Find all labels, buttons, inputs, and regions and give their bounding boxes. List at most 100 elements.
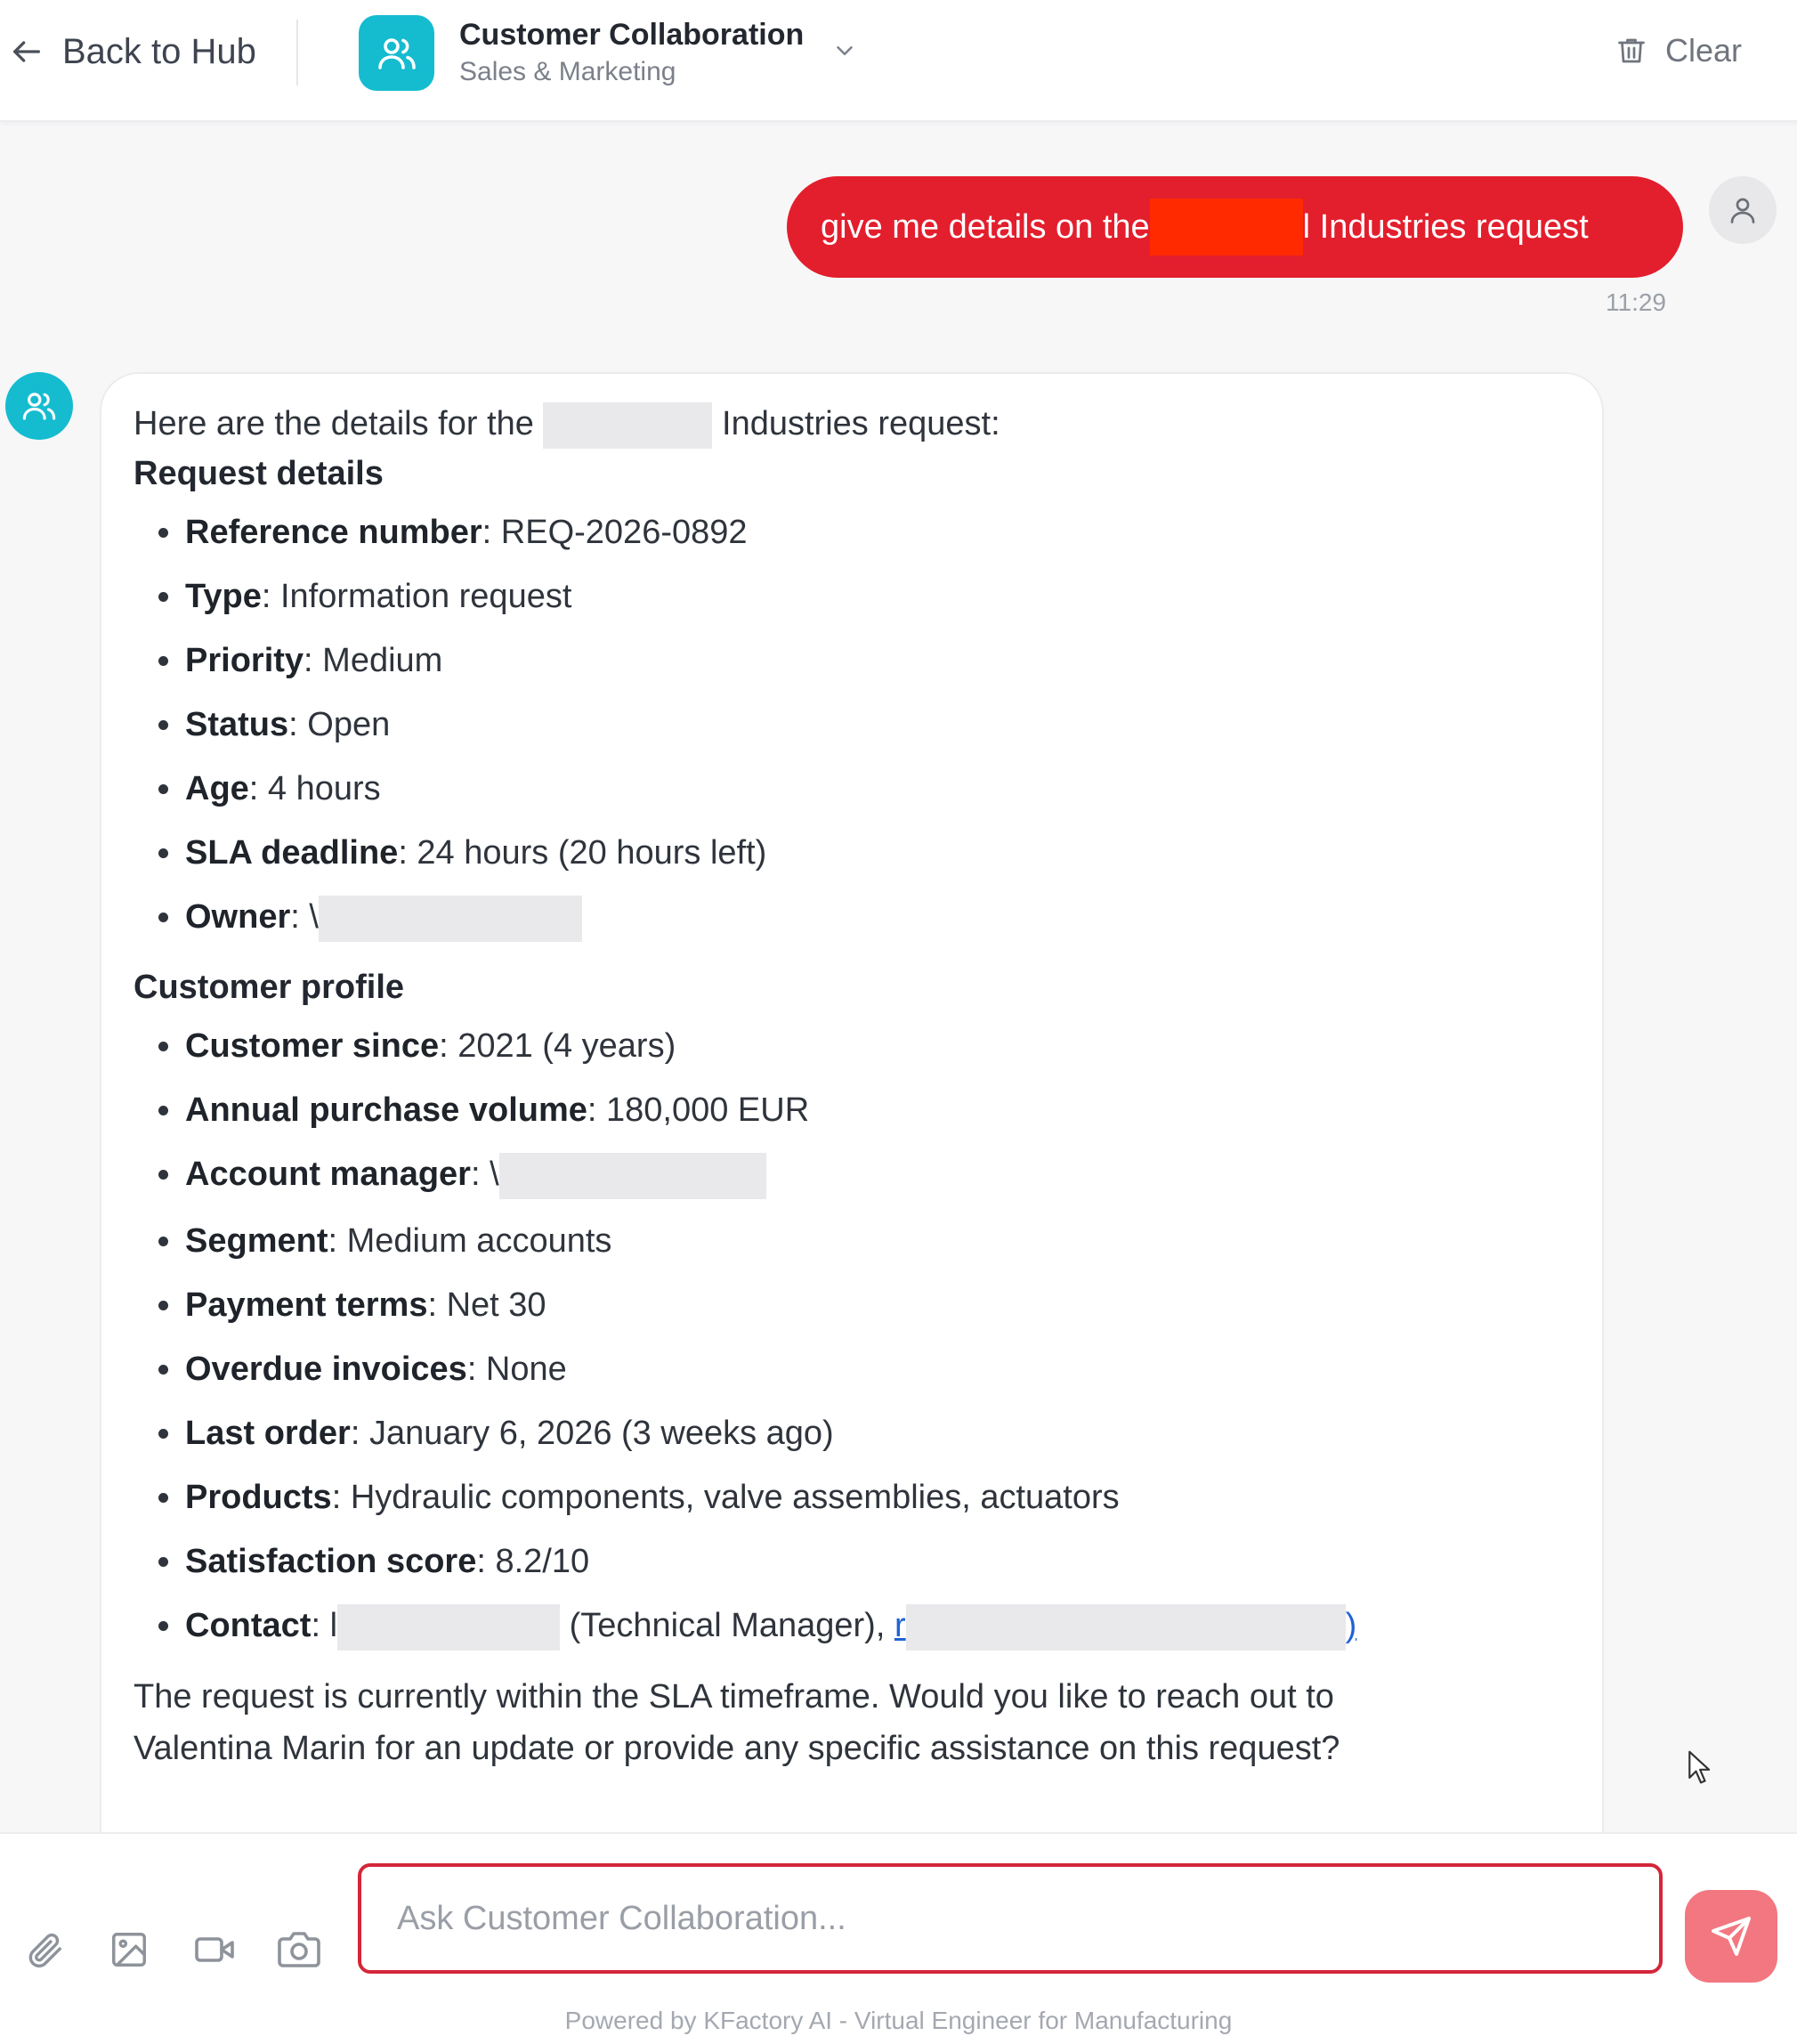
list-item: Owner: \ — [184, 896, 1558, 942]
item-value: : REQ-2026-0892 — [482, 514, 748, 551]
item-value: : 4 hours — [248, 770, 381, 807]
mouse-cursor-icon — [1688, 1750, 1714, 1786]
item-label: Last order — [185, 1415, 351, 1452]
item-label: Segment — [185, 1222, 328, 1260]
item-label: Type — [185, 578, 262, 615]
trash-icon — [1615, 35, 1647, 67]
redaction-box — [543, 402, 713, 449]
agent-avatar — [359, 15, 434, 91]
item-label: Priority — [185, 642, 304, 679]
item-value: : Hydraulic components, valve assemblies… — [331, 1479, 1120, 1516]
redaction-box — [337, 1604, 561, 1651]
list-item: Payment terms: Net 30 — [184, 1284, 1558, 1327]
section-title-customer-profile: Customer profile — [134, 969, 405, 1006]
message-timestamp: 11:29 — [1606, 288, 1666, 316]
list-item: Annual purchase volume: 180,000 EUR — [184, 1089, 1558, 1132]
attach-file-button[interactable] — [20, 1925, 69, 1975]
send-button[interactable] — [1685, 1890, 1777, 1983]
paperclip-icon — [24, 1929, 65, 1970]
item-value: : Medium accounts — [328, 1222, 612, 1260]
assistant-closing-line-2: Valentina Marin for an update or provide… — [134, 1730, 1340, 1767]
item-label: Reference number — [185, 514, 482, 551]
item-value: : \ — [470, 1156, 499, 1194]
request-details-list: Reference number: REQ-2026-0892 Type: In… — [134, 511, 1558, 942]
item-label: Contact — [185, 1607, 312, 1645]
assistant-intro: Here are the details for the Industries … — [134, 399, 1558, 449]
list-item: Last order: January 6, 2026 (3 weeks ago… — [184, 1412, 1558, 1456]
item-value: : 2021 (4 years) — [439, 1027, 676, 1065]
back-to-hub-label: Back to Hub — [62, 31, 256, 71]
users-icon — [20, 387, 58, 425]
assistant-avatar — [5, 372, 73, 440]
item-value: : None — [466, 1350, 567, 1388]
item-value: : 24 hours (20 hours left) — [398, 834, 767, 872]
link-text-end: ) — [1345, 1607, 1357, 1645]
customer-profile-list: Customer since: 2021 (4 years) Annual pu… — [134, 1025, 1558, 1651]
contact-role: (Technical Manager), — [560, 1607, 894, 1645]
list-item: Reference number: REQ-2026-0892 — [184, 511, 1558, 555]
user-message-bubble: give me details on the l Industries requ… — [787, 176, 1683, 278]
powered-by-footer: Powered by KFactory AI - Virtual Enginee… — [564, 2007, 1233, 2034]
list-item-contact: Contact: l (Technical Manager), r) — [184, 1604, 1558, 1651]
video-icon — [193, 1928, 236, 1971]
list-item: Satisfaction score: 8.2/10 — [184, 1540, 1558, 1584]
list-item: Age: 4 hours — [184, 767, 1558, 811]
item-value: : 180,000 EUR — [587, 1091, 810, 1129]
list-item: Type: Information request — [184, 575, 1558, 619]
link-text-start: r — [894, 1607, 906, 1645]
item-label: Products — [185, 1479, 332, 1516]
item-label: Overdue invoices — [185, 1350, 467, 1388]
user-icon — [1727, 194, 1759, 226]
item-label: SLA deadline — [185, 834, 399, 872]
item-value: : Medium — [304, 642, 443, 679]
list-item: Products: Hydraulic components, valve as… — [184, 1476, 1558, 1520]
user-avatar — [1709, 176, 1777, 244]
intro-text-start: Here are the details for the — [134, 405, 544, 442]
item-value: : Open — [288, 706, 391, 743]
item-label: Age — [185, 770, 249, 807]
item-value: : \ — [290, 898, 319, 937]
list-item: Account manager: \ — [184, 1153, 1558, 1199]
assistant-message-content: Here are the details for the Industries … — [134, 399, 1558, 1774]
assistant-closing-line-1: The request is currently within the SLA … — [134, 1678, 1334, 1716]
clear-label: Clear — [1665, 32, 1743, 69]
list-item: Customer since: 2021 (4 years) — [184, 1025, 1558, 1068]
redaction-box — [498, 1153, 766, 1199]
user-message-text-end: l Industries request — [1302, 207, 1589, 246]
item-value: : l — [311, 1607, 338, 1645]
arrow-left-icon — [9, 34, 45, 69]
image-icon — [109, 1929, 150, 1970]
item-value: : Net 30 — [427, 1286, 546, 1324]
list-item: Overdue invoices: None — [184, 1348, 1558, 1391]
camera-icon — [278, 1928, 320, 1971]
list-item: Segment: Medium accounts — [184, 1220, 1558, 1263]
contact-email-link[interactable]: r) — [894, 1604, 1357, 1651]
list-item: SLA deadline: 24 hours (20 hours left) — [184, 831, 1558, 875]
header-divider — [296, 20, 298, 85]
camera-button[interactable] — [274, 1925, 324, 1975]
clear-chat-button[interactable]: Clear — [1615, 32, 1742, 69]
item-value: : 8.2/10 — [476, 1543, 590, 1580]
item-label: Annual purchase volume — [185, 1091, 587, 1129]
agent-subtitle: Sales & Marketing — [459, 57, 676, 86]
attach-image-button[interactable] — [104, 1925, 154, 1975]
agent-switcher-chevron-down-icon[interactable] — [831, 37, 858, 64]
list-item: Status: Open — [184, 703, 1558, 747]
redaction-box — [1149, 199, 1303, 256]
attach-video-button[interactable] — [190, 1925, 239, 1975]
item-label: Payment terms — [185, 1286, 428, 1324]
chat-header: Back to Hub Customer Collaboration Sales… — [0, 0, 1797, 122]
item-label: Account manager — [185, 1156, 471, 1194]
back-to-hub-button[interactable]: Back to Hub — [9, 27, 256, 77]
redaction-box — [318, 896, 582, 942]
intro-text-end: Industries request: — [712, 405, 1000, 442]
redaction-box — [905, 1604, 1346, 1651]
item-value: : Information request — [261, 578, 572, 615]
section-title-request-details: Request details — [134, 455, 384, 492]
item-label: Owner — [185, 898, 291, 937]
item-label: Satisfaction score — [185, 1543, 477, 1580]
message-input[interactable] — [358, 1863, 1663, 1974]
item-label: Status — [185, 706, 289, 743]
item-label: Customer since — [185, 1027, 440, 1065]
list-item: Priority: Medium — [184, 639, 1558, 683]
